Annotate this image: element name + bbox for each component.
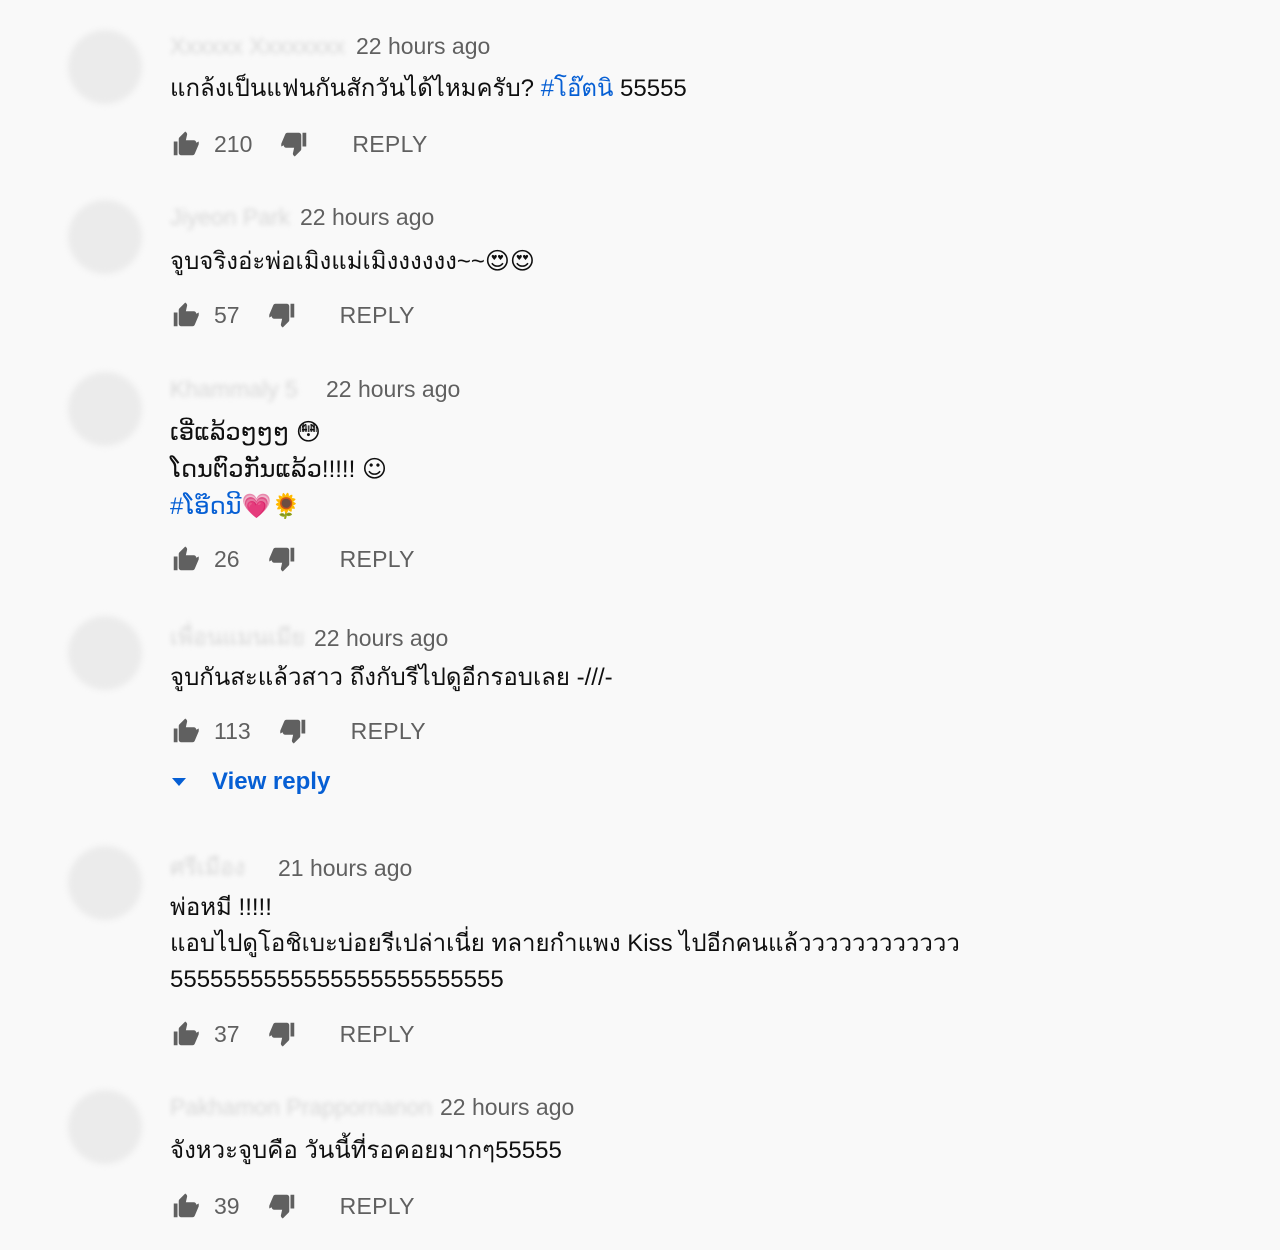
comment-line: แอบไปดูโอชิเบะบ่อยรีเปล่าเนี่ย ทลายกำแพง… (170, 926, 960, 962)
thumbs-down-icon[interactable] (279, 716, 309, 746)
comment-text: จังหวะจูบคือ วันนี้ที่รอคอยมากๆ55555 (170, 1133, 562, 1169)
text-segment: 55555 (613, 75, 687, 102)
comment-timestamp[interactable]: 22 hours ago (300, 204, 434, 231)
like-count: 39 (214, 1192, 240, 1219)
reply-button[interactable]: REPLY (340, 546, 415, 573)
text-segment: จูบกันสะแล้วสาว ถึงกับรีไปดูอีกรอบเลย -/… (170, 664, 613, 691)
like-count: 113 (214, 717, 251, 744)
comment-text: พ่อหมี !!!!! แอบไปดูโอชิเบะบ่อยรีเปล่าเนี… (170, 890, 960, 998)
comment-line: จูบกันสะแล้วสาว ถึงกับรีไปดูอีกรอบเลย -/… (170, 660, 613, 696)
comment-timestamp[interactable]: 22 hours ago (326, 376, 460, 403)
comment-line: จังหวะจูบคือ วันนี้ที่รอคอยมากๆ55555 (170, 1133, 562, 1169)
avatar[interactable] (68, 372, 142, 446)
hashtag-link[interactable]: #โอ๊ตนิ (541, 75, 614, 102)
text-segment: พ่อหมี !!!!! (170, 894, 272, 921)
comment-text: จูบกันสะแล้วสาว ถึงกับรีไปดูอีกรอบเลย -/… (170, 660, 613, 696)
thumbs-up-icon[interactable] (170, 544, 200, 574)
author-name[interactable]: เพื่อนแมนเมีย (170, 620, 308, 656)
text-segment: ໂດນຕົວກັນແລ້ວ!!!!! (170, 456, 362, 483)
thumbs-up-icon[interactable] (170, 716, 200, 746)
reply-button[interactable]: REPLY (351, 718, 426, 745)
text-segment: จังหวะจูบคือ วันนี้ที่รอคอยมากๆ55555 (170, 1137, 562, 1164)
comment-timestamp[interactable]: 21 hours ago (278, 855, 412, 882)
author-name[interactable]: Xxxxxx Xxxxxxxx (170, 33, 350, 60)
comment-line: พ่อหมี !!!!! (170, 890, 960, 926)
author-name[interactable]: Jiyeon Park (170, 204, 294, 231)
comment-actions: 113 REPLY (170, 715, 426, 747)
comment-actions: 26 REPLY (170, 543, 415, 575)
thumbs-up-icon[interactable] (170, 1191, 200, 1221)
comment-line: ໂດນຕົວກັນແລ້ວ!!!!! ☺ (170, 451, 387, 488)
author-name[interactable]: Khammaly 5 (170, 376, 320, 403)
view-reply-button[interactable]: View reply (170, 768, 330, 796)
emoji: 💗🌻 (241, 492, 302, 520)
thumbs-up-icon[interactable] (170, 300, 200, 330)
view-reply-label: View reply (212, 768, 331, 795)
comment-header: Jiyeon Park 22 hours ago (170, 204, 434, 231)
avatar[interactable] (68, 846, 142, 920)
author-name[interactable]: ศรีเมือง (170, 850, 272, 886)
comment-actions: 57 REPLY (170, 299, 415, 331)
comment-actions: 37 REPLY (170, 1018, 415, 1050)
reply-button[interactable]: REPLY (340, 1193, 415, 1220)
thumbs-up-icon[interactable] (170, 129, 200, 159)
emoji: ☺ (361, 455, 387, 483)
comment-actions: 210 REPLY (170, 128, 428, 160)
thumbs-down-icon[interactable] (280, 129, 310, 159)
hashtag-link[interactable]: #ໂອ໊ດນີ (170, 493, 241, 520)
thumbs-down-icon[interactable] (268, 1019, 298, 1049)
text-segment: ເອີ່ແລ້ວໆໆໆ (170, 419, 296, 446)
comment-line: 5555555555555555555555555 (170, 962, 960, 998)
text-segment: แอบไปดูโอชิเบะบ่อยรีเปล่าเนี่ย ทลายกำแพง… (170, 930, 960, 957)
avatar[interactable] (68, 200, 142, 274)
caret-down-icon (172, 778, 186, 786)
comment-header: Pakhamon Prappornanon 22 hours ago (170, 1094, 574, 1121)
text-segment: 5555555555555555555555555 (170, 966, 504, 993)
avatar[interactable] (68, 1090, 142, 1164)
comment-actions: 39 REPLY (170, 1190, 415, 1222)
comment-header: เพื่อนแมนเมีย 22 hours ago (170, 620, 448, 656)
comment-text: ເອີ່ແລ້ວໆໆໆ 😳 ໂດນຕົວກັນແລ້ວ!!!!! ☺ #ໂອ໊ດນີ… (170, 414, 387, 525)
comment-text: จูบจริงอ่ะพ่อเมิงแม่เมิงงงงงง~~😍😍 (170, 243, 535, 280)
comment-timestamp[interactable]: 22 hours ago (314, 625, 448, 652)
text-segment: แกล้งเป็นแฟนกันสักวันได้ไหมครับ? (170, 75, 541, 102)
thumbs-down-icon[interactable] (268, 300, 298, 330)
like-count: 26 (214, 545, 240, 572)
like-count: 57 (214, 301, 240, 328)
comment-text: แกล้งเป็นแฟนกันสักวันได้ไหมครับ? #โอ๊ตนิ… (170, 71, 687, 107)
comment-header: Khammaly 5 22 hours ago (170, 376, 460, 403)
thumbs-down-icon[interactable] (268, 544, 298, 574)
comment-timestamp[interactable]: 22 hours ago (440, 1094, 574, 1121)
reply-button[interactable]: REPLY (340, 302, 415, 329)
avatar[interactable] (68, 616, 142, 690)
emoji: 😍😍 (484, 247, 535, 275)
thumbs-up-icon[interactable] (170, 1019, 200, 1049)
emoji: 😳 (295, 418, 321, 446)
comment-header: Xxxxxx Xxxxxxxx 22 hours ago (170, 33, 490, 60)
reply-button[interactable]: REPLY (352, 131, 427, 158)
reply-button[interactable]: REPLY (340, 1021, 415, 1048)
like-count: 210 (214, 130, 253, 157)
thumbs-down-icon[interactable] (268, 1191, 298, 1221)
comment-line: ເອີ່ແລ້ວໆໆໆ 😳 (170, 414, 387, 451)
comment-line: #ໂອ໊ດນີ💗🌻 (170, 488, 387, 525)
comment-line: จูบจริงอ่ะพ่อเมิงแม่เมิงงงงงง~~😍😍 (170, 243, 535, 280)
comment-header: ศรีเมือง 21 hours ago (170, 850, 412, 886)
avatar[interactable] (68, 30, 142, 104)
comment-timestamp[interactable]: 22 hours ago (356, 33, 490, 60)
like-count: 37 (214, 1020, 240, 1047)
comment-line: แกล้งเป็นแฟนกันสักวันได้ไหมครับ? #โอ๊ตนิ… (170, 71, 687, 107)
author-name[interactable]: Pakhamon Prappornanon (170, 1094, 434, 1121)
text-segment: จูบจริงอ่ะพ่อเมิงแม่เมิงงงงงง~~ (170, 248, 485, 275)
